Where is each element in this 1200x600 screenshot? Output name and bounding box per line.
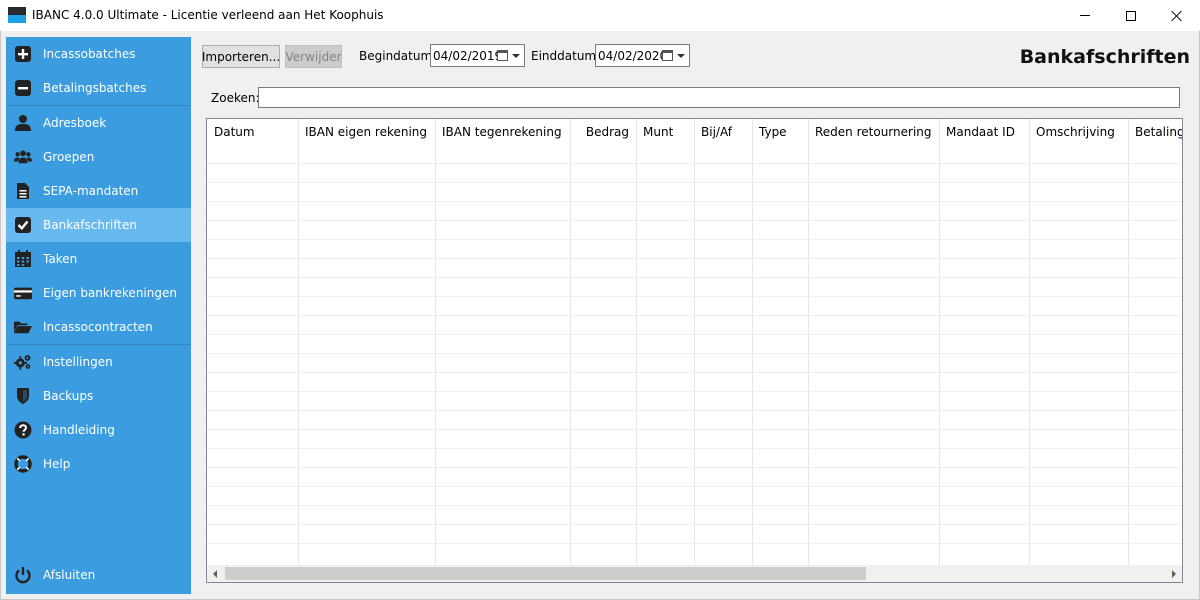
sidebar-item-label: Backups: [43, 389, 94, 403]
start-date-label: Begindatum: [359, 49, 433, 63]
statements-table: Datum IBAN eigen rekening IBAN tegenreke…: [206, 118, 1183, 583]
delete-button[interactable]: Verwijder: [285, 45, 342, 68]
sidebar-item-afsluiten[interactable]: Afsluiten: [6, 558, 191, 592]
column-header-bedrag[interactable]: Bedrag: [570, 119, 636, 146]
app-icon: [8, 7, 26, 23]
search-input[interactable]: [258, 87, 1180, 108]
sidebar: Incassobatches Betalingsbatches Adresboe…: [6, 37, 191, 594]
minimize-icon: [1080, 15, 1090, 16]
sidebar-item-incassobatches[interactable]: Incassobatches: [6, 37, 191, 71]
column-header-betalingskenmerk[interactable]: Betalingsk: [1128, 119, 1182, 146]
sidebar-item-help[interactable]: Help: [6, 447, 191, 481]
column-header-reden-retournering[interactable]: Reden retournering: [808, 119, 939, 146]
import-button[interactable]: Importeren...: [202, 45, 280, 68]
title-bar: IBANC 4.0.0 Ultimate - Licentie verleend…: [0, 0, 1200, 31]
calendar-icon: [662, 50, 673, 61]
sidebar-item-label: Handleiding: [43, 423, 115, 437]
sidebar-item-taken[interactable]: Taken: [6, 242, 191, 276]
table-header: Datum IBAN eigen rekening IBAN tegenreke…: [207, 119, 1182, 146]
column-header-iban-tegen[interactable]: IBAN tegenrekening: [435, 119, 570, 146]
scroll-right-icon[interactable]: [1172, 570, 1176, 578]
sidebar-item-label: Groepen: [43, 150, 95, 164]
shield-icon: [14, 387, 32, 405]
check-square-icon: [14, 216, 32, 234]
column-header-munt[interactable]: Munt: [636, 119, 694, 146]
scroll-left-icon[interactable]: [213, 570, 217, 578]
question-circle-icon: [14, 421, 32, 439]
sidebar-item-label: SEPA-mandaten: [43, 184, 139, 198]
sidebar-item-eigen-bankrekeningen[interactable]: Eigen bankrekeningen: [6, 276, 191, 310]
column-header-omschrijving[interactable]: Omschrijving: [1029, 119, 1128, 146]
minimize-button[interactable]: [1062, 0, 1108, 31]
sidebar-item-label: Help: [43, 457, 71, 471]
sidebar-item-label: Afsluiten: [43, 568, 96, 582]
sidebar-item-incassocontracten[interactable]: Incassocontracten: [6, 310, 191, 344]
power-icon: [14, 566, 32, 584]
sidebar-item-groepen[interactable]: Groepen: [6, 140, 191, 174]
sidebar-item-label: Betalingsbatches: [43, 81, 147, 95]
sidebar-item-sepa-mandaten[interactable]: SEPA-mandaten: [6, 174, 191, 208]
page-title: Bankafschriften: [1019, 46, 1190, 68]
window-title: IBANC 4.0.0 Ultimate - Licentie verleend…: [32, 8, 384, 22]
users-icon: [14, 148, 32, 166]
sidebar-item-label: Taken: [43, 252, 78, 266]
document-icon: [14, 182, 32, 200]
scrollbar-thumb[interactable]: [225, 567, 866, 580]
maximize-button[interactable]: [1108, 0, 1154, 31]
sidebar-item-bankafschriften[interactable]: Bankafschriften: [6, 208, 191, 242]
maximize-icon: [1126, 10, 1136, 21]
chevron-down-icon[interactable]: [677, 54, 685, 58]
close-icon: [1171, 10, 1183, 22]
sidebar-item-betalingsbatches[interactable]: Betalingsbatches: [6, 71, 191, 105]
close-button[interactable]: [1154, 0, 1200, 31]
credit-card-icon: [14, 284, 32, 302]
column-header-iban-eigen[interactable]: IBAN eigen rekening: [298, 119, 435, 146]
end-date-label: Einddatum: [531, 49, 597, 63]
sidebar-item-instellingen[interactable]: Instellingen: [6, 345, 191, 379]
end-date-value: 04/02/2020: [598, 49, 668, 63]
column-header-bij-af[interactable]: Bij/Af: [694, 119, 752, 146]
sidebar-item-label: Instellingen: [43, 355, 113, 369]
chevron-down-icon[interactable]: [512, 54, 520, 58]
start-date-picker[interactable]: 04/02/2019: [430, 44, 525, 67]
column-header-datum[interactable]: Datum: [207, 119, 298, 146]
end-date-picker[interactable]: 04/02/2020: [595, 44, 690, 67]
column-header-mandaat-id[interactable]: Mandaat ID: [939, 119, 1029, 146]
sidebar-item-label: Incassobatches: [43, 47, 136, 61]
calendar-icon: [14, 250, 32, 268]
search-label: Zoeken:: [211, 91, 260, 105]
sidebar-item-adresboek[interactable]: Adresboek: [6, 106, 191, 140]
user-icon: [14, 114, 32, 132]
sidebar-item-label: Adresboek: [43, 116, 107, 130]
sidebar-item-label: Bankafschriften: [43, 218, 137, 232]
gears-icon: [14, 353, 32, 371]
sidebar-item-label: Eigen bankrekeningen: [43, 286, 177, 300]
sidebar-item-handleiding[interactable]: Handleiding: [6, 413, 191, 447]
minus-square-icon: [14, 79, 32, 97]
sidebar-item-backups[interactable]: Backups: [6, 379, 191, 413]
lifebuoy-icon: [14, 455, 32, 473]
folder-open-icon: [14, 318, 32, 336]
horizontal-scrollbar[interactable]: [207, 565, 1182, 582]
start-date-value: 04/02/2019: [433, 49, 503, 63]
sidebar-item-label: Incassocontracten: [43, 320, 153, 334]
calendar-icon: [497, 50, 508, 61]
column-header-type[interactable]: Type: [752, 119, 808, 146]
plus-square-icon: [14, 45, 32, 63]
